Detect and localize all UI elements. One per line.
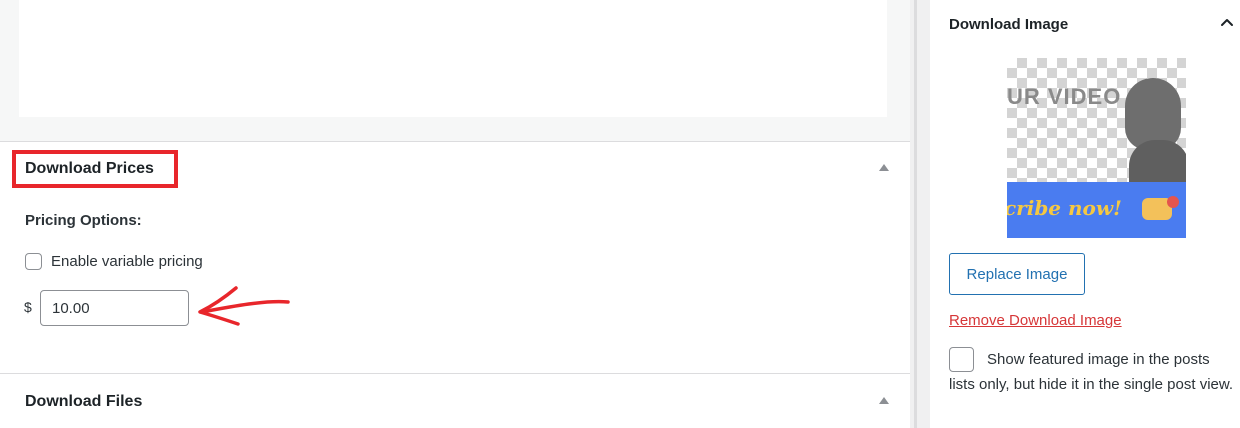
chevron-up-icon[interactable] [1220, 17, 1234, 27]
thumbnail-banner-text: cribe now! [1007, 196, 1122, 220]
variable-pricing-label[interactable]: Enable variable pricing [51, 253, 203, 270]
main-content-column: Download Prices Pricing Options: Enable … [0, 0, 910, 428]
person-silhouette-body-icon [1129, 140, 1186, 188]
column-separator [914, 0, 917, 428]
section-divider [0, 141, 910, 142]
sidebar-download-image-panel: Download Image UR VIDEO cribe now! Repla… [930, 0, 1240, 428]
price-input[interactable] [40, 290, 189, 326]
download-prices-toggle-icon[interactable] [879, 164, 889, 171]
download-image-thumbnail[interactable]: UR VIDEO cribe now! [1007, 58, 1186, 238]
section-divider [0, 373, 910, 374]
download-image-title[interactable]: Download Image [949, 16, 1068, 33]
download-files-title[interactable]: Download Files [25, 393, 142, 411]
bell-icon [1167, 196, 1179, 208]
editor-content-area[interactable] [19, 0, 887, 117]
currency-symbol: $ [24, 299, 32, 315]
remove-download-image-link[interactable]: Remove Download Image [949, 312, 1122, 329]
replace-image-button[interactable]: Replace Image [949, 253, 1085, 295]
red-arrow-annotation-icon [198, 286, 290, 326]
highlight-annotation-box [12, 150, 178, 188]
thumbnail-banner: cribe now! [1007, 182, 1186, 238]
thumbnail-caption: UR VIDEO [1007, 84, 1122, 109]
pricing-options-label: Pricing Options: [25, 212, 142, 229]
featured-image-checkbox-label[interactable]: Show featured image in the posts lists o… [949, 348, 1239, 397]
variable-pricing-checkbox[interactable] [25, 253, 42, 270]
column-gutter [910, 0, 930, 428]
download-files-toggle-icon[interactable] [879, 397, 889, 404]
